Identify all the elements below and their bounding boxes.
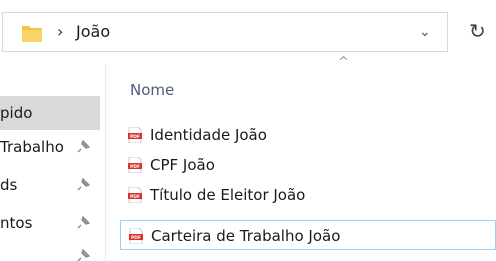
pin-icon[interactable] (77, 215, 91, 229)
file-name: Título de Eleitor João (150, 186, 306, 204)
pin-icon[interactable] (77, 177, 91, 191)
address-bar[interactable]: › João ⌄ (2, 12, 448, 52)
refresh-button[interactable]: ↻ (452, 12, 496, 52)
nav-item-label: ds (0, 176, 18, 194)
sort-ascending-icon: ^ (338, 55, 349, 70)
address-bar-area: › João ⌄ ↻ (0, 0, 496, 64)
nav-item-quick-access[interactable]: pido (0, 96, 100, 130)
pdf-file-icon: PDF (129, 228, 143, 244)
breadcrumb-separator[interactable]: › (57, 21, 63, 43)
pin-icon[interactable] (77, 139, 91, 153)
svg-text:PDF: PDF (130, 194, 140, 200)
chevron-down-icon: ⌄ (419, 24, 431, 40)
file-name: CPF João (150, 156, 215, 174)
navigation-pane: pido Trabalho ds ntos (0, 64, 106, 261)
file-row-selected[interactable]: PDF Carteira de Trabalho João (120, 220, 496, 250)
file-row[interactable]: PDF Título de Eleitor João (120, 180, 496, 210)
file-name: Carteira de Trabalho João (151, 227, 341, 245)
pdf-file-icon: PDF (128, 157, 142, 173)
file-row[interactable]: PDF Identidade João (120, 120, 496, 150)
pin-icon[interactable] (77, 248, 91, 261)
svg-text:PDF: PDF (130, 134, 140, 140)
pdf-file-icon: PDF (128, 187, 142, 203)
refresh-icon: ↻ (469, 19, 486, 43)
file-name: Identidade João (150, 126, 267, 144)
nav-item-downloads[interactable]: ds (0, 168, 100, 202)
file-row[interactable]: PDF CPF João (120, 150, 496, 180)
nav-item-label: pido (0, 104, 33, 122)
folder-icon (22, 26, 42, 42)
nav-item-documentos[interactable]: ntos (0, 206, 100, 240)
svg-text:PDF: PDF (131, 235, 141, 241)
file-list: ^ Nome PDF Identidade João PDF CPF João … (106, 56, 496, 261)
column-header-name[interactable]: Nome (130, 80, 174, 100)
breadcrumb-current[interactable]: João (76, 21, 110, 43)
nav-item-label: ntos (0, 214, 33, 232)
pdf-file-icon: PDF (128, 127, 142, 143)
nav-item-partial[interactable] (0, 244, 100, 261)
svg-text:PDF: PDF (130, 164, 140, 170)
nav-item-label: Trabalho (0, 138, 64, 156)
nav-item-trabalho[interactable]: Trabalho (0, 130, 100, 164)
address-history-dropdown[interactable]: ⌄ (401, 13, 449, 51)
